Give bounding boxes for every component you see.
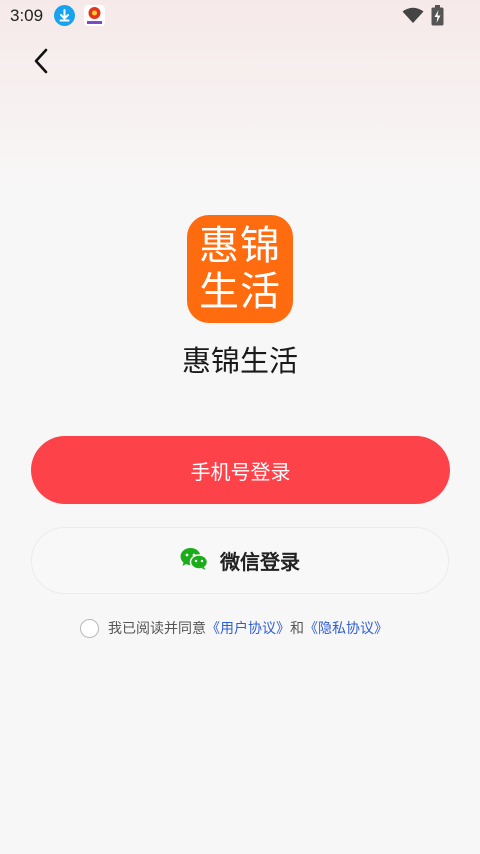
app-name: 惠锦生活 bbox=[181, 344, 298, 378]
wechat-login-label: 微信登录 bbox=[220, 550, 300, 574]
download-icon bbox=[54, 5, 75, 26]
app-logo-line-2: 生活 bbox=[199, 269, 281, 315]
status-bar: 3:09 bbox=[0, 0, 480, 32]
status-time: 3:09 bbox=[10, 6, 44, 25]
agreement-conjunction: 和 bbox=[290, 621, 304, 637]
agreement-row: 我已阅读并同意 《用户协议》 和 《隐私协议》 bbox=[80, 617, 388, 639]
wifi-icon bbox=[402, 7, 424, 28]
agree-checkbox[interactable] bbox=[80, 618, 99, 638]
chevron-left-icon bbox=[32, 48, 50, 78]
wechat-login-button[interactable]: 微信登录 bbox=[31, 527, 449, 594]
back-button[interactable] bbox=[26, 46, 56, 80]
phone-login-button[interactable]: 手机号登录 bbox=[31, 436, 450, 504]
app-logo: 惠锦 生活 bbox=[187, 215, 293, 323]
app-notification-icon bbox=[84, 5, 105, 26]
battery-charging-icon bbox=[431, 5, 444, 30]
agreement-prefix: 我已阅读并同意 bbox=[108, 621, 206, 637]
user-agreement-link[interactable]: 《用户协议》 bbox=[206, 618, 290, 638]
app-logo-line-1: 惠锦 bbox=[199, 223, 281, 269]
wechat-icon bbox=[180, 547, 209, 575]
privacy-policy-link[interactable]: 《隐私协议》 bbox=[304, 618, 388, 638]
